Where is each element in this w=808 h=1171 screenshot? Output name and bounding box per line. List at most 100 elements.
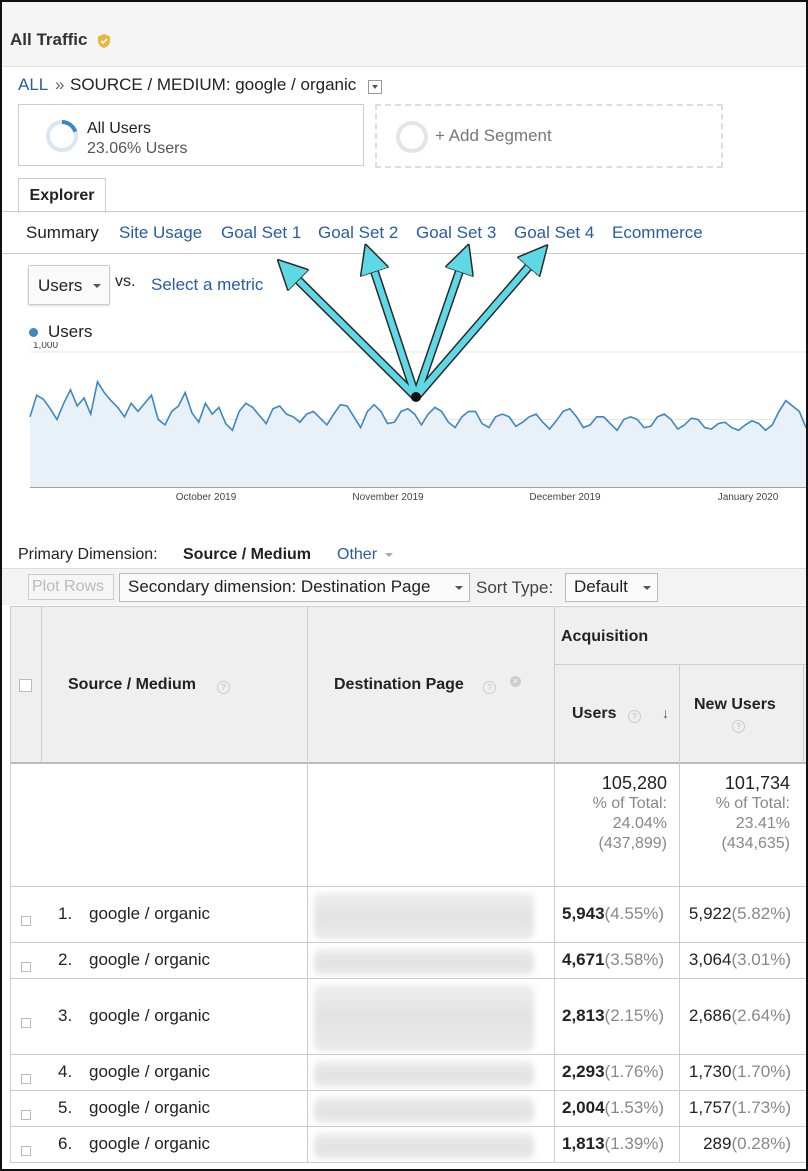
row-users: 2,813 bbox=[562, 1006, 605, 1025]
remove-dimension-icon[interactable]: × bbox=[510, 676, 521, 687]
sort-type-label: Sort Type: bbox=[476, 578, 554, 597]
subtab-goal-set-2[interactable]: Goal Set 2 bbox=[318, 223, 398, 243]
row-new-users: 2,686 bbox=[688, 1006, 732, 1025]
row-checkbox[interactable] bbox=[21, 1018, 31, 1028]
row-checkbox[interactable] bbox=[21, 1074, 31, 1084]
row-new-users: 5,922 bbox=[688, 904, 732, 923]
row-checkbox[interactable] bbox=[21, 1146, 31, 1156]
row-users: 2,004 bbox=[562, 1098, 605, 1117]
plot-rows-label: Plot Rows bbox=[32, 578, 105, 595]
tab-explorer[interactable]: Explorer bbox=[18, 178, 106, 213]
segment-donut-icon bbox=[46, 120, 78, 152]
row-new-users: 1,730 bbox=[688, 1062, 732, 1081]
breadcrumb-dropdown-button[interactable] bbox=[368, 80, 382, 94]
sort-descending-icon[interactable]: ↓ bbox=[662, 705, 669, 721]
row-checkbox[interactable] bbox=[21, 962, 31, 972]
row-users: 4,671 bbox=[562, 950, 605, 969]
table-row[interactable]: 2. google / organic 4,671(3.58%) 3,064(3.01… bbox=[2, 943, 806, 979]
help-icon[interactable]: ? bbox=[483, 681, 496, 694]
subtab-goal-set-3[interactable]: Goal Set 3 bbox=[416, 223, 496, 243]
secondary-chevron-icon bbox=[455, 586, 463, 590]
total-new-users: 101,734 bbox=[724, 773, 790, 793]
row-source-medium[interactable]: google / organic bbox=[89, 1006, 210, 1026]
subtab-summary[interactable]: Summary bbox=[26, 223, 99, 243]
tab-divider bbox=[2, 211, 806, 212]
row-source-medium[interactable]: google / organic bbox=[89, 1098, 210, 1118]
breadcrumb-separator: » bbox=[55, 75, 65, 94]
row-new-users-pct: (3.01%) bbox=[731, 950, 791, 969]
header-source-medium[interactable]: Source / Medium bbox=[68, 676, 196, 694]
primary-dimension-other[interactable]: Other bbox=[337, 546, 377, 564]
report-header: All Traffic bbox=[2, 2, 806, 67]
breadcrumb-current: SOURCE / MEDIUM: google / organic bbox=[70, 75, 357, 94]
header-new-users[interactable]: New Users bbox=[694, 696, 776, 714]
x-tick-label: November 2019 bbox=[352, 492, 424, 503]
select-all-checkbox[interactable] bbox=[19, 679, 32, 692]
subtab-site-usage[interactable]: Site Usage bbox=[119, 223, 202, 243]
plot-rows-button[interactable]: Plot Rows bbox=[28, 574, 114, 600]
table-row[interactable]: 6. google / organic 1,813(1.39%) 289(0.28%) bbox=[2, 1127, 806, 1163]
row-new-users-pct: (1.73%) bbox=[731, 1098, 791, 1117]
secondary-dimension-dropdown[interactable]: Secondary dimension: Destination Page bbox=[119, 573, 470, 602]
table-row[interactable]: 1. google / organic 5,943(4.55%) 5,922(5.82… bbox=[2, 887, 806, 943]
header-destination-page[interactable]: Destination Page bbox=[334, 676, 464, 694]
row-number: 1. bbox=[58, 904, 73, 923]
row-new-users-pct: (0.28%) bbox=[731, 1134, 791, 1153]
row-number: 5. bbox=[58, 1098, 73, 1117]
row-users-pct: (1.39%) bbox=[604, 1134, 665, 1153]
total-new-users-sum: (434,635) bbox=[721, 835, 791, 852]
row-source-medium[interactable]: google / organic bbox=[89, 904, 210, 924]
row-source-medium[interactable]: google / organic bbox=[89, 950, 210, 970]
total-users-pct-label: % of Total: bbox=[592, 795, 667, 812]
row-number: 6. bbox=[58, 1134, 73, 1153]
sort-chevron-icon bbox=[643, 586, 651, 590]
breadcrumb-all[interactable]: ALL bbox=[18, 75, 48, 95]
table-row[interactable]: 4. google / organic 2,293(1.76%) 1,730(1.70… bbox=[2, 1055, 806, 1091]
segment-label: All Users bbox=[87, 120, 152, 137]
header-users[interactable]: Users bbox=[572, 705, 616, 723]
primary-dimension-value[interactable]: Source / Medium bbox=[183, 546, 311, 564]
redacted-destination-page bbox=[314, 893, 534, 939]
redacted-destination-page bbox=[314, 1061, 534, 1087]
add-segment-button[interactable]: + Add Segment bbox=[375, 104, 723, 168]
page-title: All Traffic bbox=[10, 30, 88, 49]
row-users: 1,813 bbox=[562, 1134, 605, 1153]
segment-percent: 23.06% Users bbox=[87, 140, 188, 157]
row-checkbox[interactable] bbox=[21, 1110, 31, 1120]
table-row[interactable]: 3. google / organic 2,813(2.15%) 2,686(2.64… bbox=[2, 979, 806, 1055]
redacted-destination-page bbox=[314, 1097, 534, 1123]
subtab-ecommerce[interactable]: Ecommerce bbox=[612, 223, 703, 243]
row-number: 2. bbox=[58, 950, 73, 969]
help-icon[interactable]: ? bbox=[732, 720, 745, 733]
row-users-pct: (1.76%) bbox=[604, 1062, 665, 1081]
total-new-users-pct: 23.41% bbox=[735, 815, 790, 832]
row-users-pct: (1.53%) bbox=[604, 1098, 665, 1117]
row-source-medium[interactable]: google / organic bbox=[89, 1134, 210, 1154]
row-source-medium[interactable]: google / organic bbox=[89, 1062, 210, 1082]
row-new-users: 289 bbox=[703, 1134, 732, 1153]
row-users: 5,943 bbox=[562, 904, 605, 923]
verified-shield-icon bbox=[98, 34, 110, 48]
row-checkbox[interactable] bbox=[21, 916, 31, 926]
redacted-destination-page bbox=[314, 985, 534, 1051]
header-acquisition: Acquisition bbox=[561, 628, 649, 645]
total-users-sum: (437,899) bbox=[598, 835, 668, 852]
total-users: 105,280 bbox=[601, 773, 667, 793]
arrow-goal-set-4 bbox=[413, 256, 538, 400]
help-icon[interactable]: ? bbox=[628, 710, 641, 723]
subtab-goal-set-1[interactable]: Goal Set 1 bbox=[221, 223, 301, 243]
x-tick-label: October 2019 bbox=[176, 492, 237, 503]
segment-all-users[interactable]: All Users 23.06% Users bbox=[18, 104, 364, 166]
row-number: 4. bbox=[58, 1062, 73, 1081]
other-chevron-icon bbox=[385, 553, 393, 557]
row-new-users-pct: (2.64%) bbox=[731, 1006, 791, 1025]
sort-type-value: Default bbox=[574, 577, 628, 596]
row-new-users-pct: (5.82%) bbox=[731, 904, 791, 923]
sort-type-dropdown[interactable]: Default bbox=[565, 573, 658, 602]
row-new-users: 3,064 bbox=[688, 950, 732, 969]
table-row[interactable]: 5. google / organic 2,004(1.53%) 1,757(1.73… bbox=[2, 1091, 806, 1127]
row-new-users-pct: (1.70%) bbox=[731, 1062, 791, 1081]
subtab-goal-set-4[interactable]: Goal Set 4 bbox=[514, 223, 594, 243]
row-users-pct: (2.15%) bbox=[604, 1006, 665, 1025]
help-icon[interactable]: ? bbox=[217, 681, 230, 694]
